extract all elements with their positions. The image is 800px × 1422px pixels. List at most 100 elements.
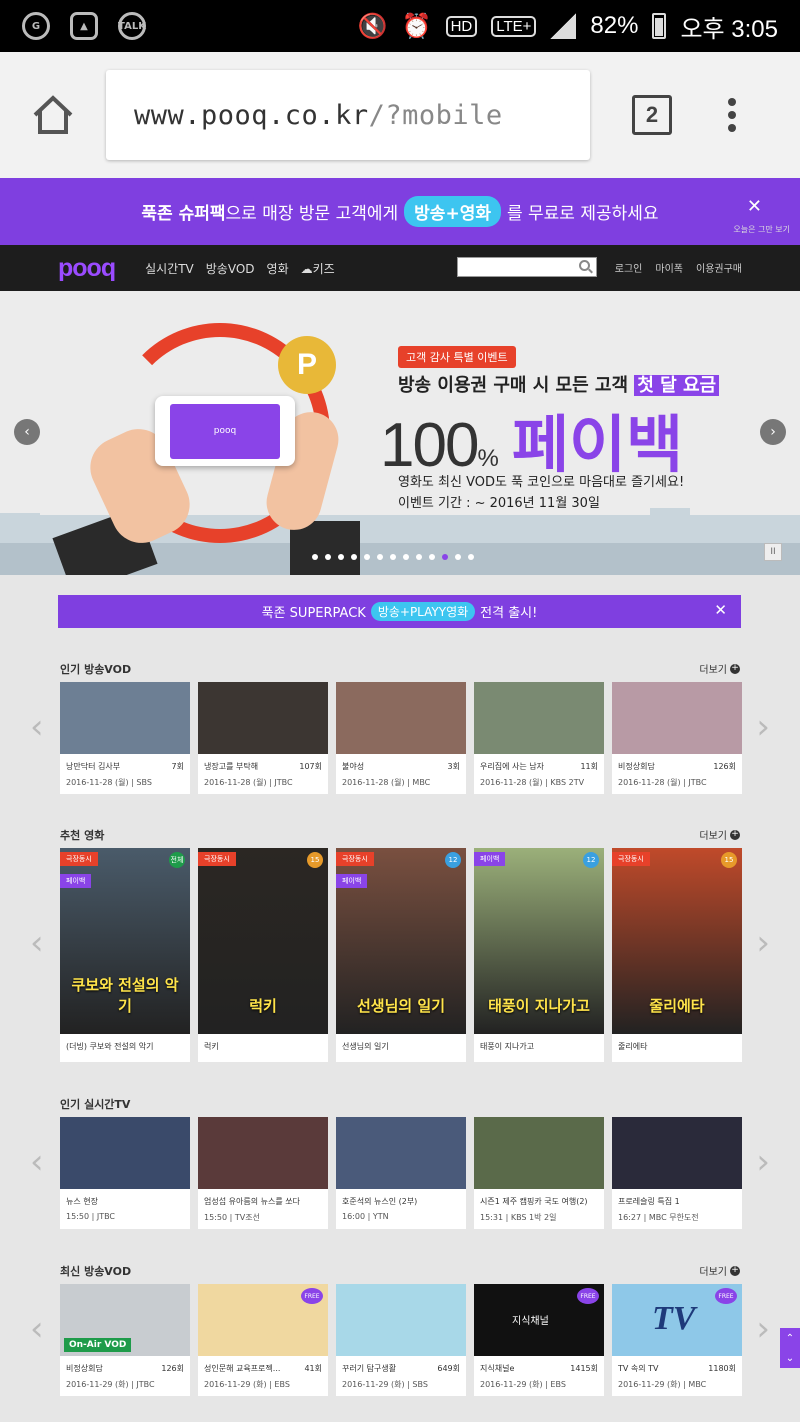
carousel-dot[interactable] (338, 554, 344, 560)
release-tag: 극장동시 (60, 852, 98, 866)
vod-meta: 지식채널e 1415회 2016-11-29 (화) | EBS (474, 1356, 604, 1396)
carousel-prev-button[interactable]: ‹ (14, 419, 40, 445)
carousel-pause-button[interactable]: II (764, 543, 782, 561)
superpack-close-button[interactable]: ✕ (714, 601, 727, 619)
talk-icon: TALK (118, 12, 146, 40)
section-recommended-movies: 추천 영화 더보기 + ‹ › 극장동시 페이백 전체 쿠보와 전설의 악기 (더빙) 쿠… (0, 827, 800, 1067)
hero-carousel[interactable]: pooq P 고객 감사 특별 이벤트 방송 이용권 구매 시 모든 고객 첫 … (0, 291, 800, 575)
carousel-dot[interactable] (312, 554, 318, 560)
vod-thumbnail (336, 1284, 466, 1356)
live-card[interactable]: 뉴스 현장 15:50 | JTBC (60, 1117, 190, 1229)
vod-card[interactable]: FREE TV TV 속의 TV 1180회 2016-11-29 (화) | MBC (612, 1284, 742, 1396)
vod-title-row: 꾸러기 탐구생활 649회 (342, 1363, 460, 1374)
scroll-down-icon: ⌄ (785, 1352, 795, 1364)
vod-card[interactable]: 냉장고를 부탁해 107회 2016-11-28 (월) | JTBC (198, 682, 328, 794)
vod-thumbnail: FREE (198, 1284, 328, 1356)
section-title: 인기 방송VOD (60, 663, 132, 676)
vod-thumbnail (612, 682, 742, 754)
carousel-dot[interactable] (455, 554, 461, 560)
live-meta: 시즌1 제주 캠핑카 국도 여행(2) 15:31 | KBS 1박 2일 (474, 1189, 604, 1229)
vod-card[interactable]: 우리집에 사는 남자 11회 2016-11-28 (월) | KBS 2TV (474, 682, 604, 794)
battery-icon (652, 13, 667, 39)
carousel-dot[interactable] (468, 554, 474, 560)
carousel-dot[interactable] (403, 554, 409, 560)
vod-episode: 41회 (304, 1364, 322, 1373)
knowledge-channel-text: 지식채널 (512, 1316, 549, 1327)
vod-card[interactable]: 낭만닥터 김사부 7회 2016-11-28 (월) | SBS (60, 682, 190, 794)
coin-icon: P (278, 336, 336, 394)
overflow-menu-button[interactable] (728, 98, 736, 132)
more-link[interactable]: 더보기 + (699, 1263, 740, 1278)
vod-card[interactable]: FREE 지식채널 지식채널e 1415회 2016-11-29 (화) | EBS (474, 1284, 604, 1396)
tab-switcher-button[interactable]: 2 (632, 95, 672, 135)
movie-title: 줄리에타 (618, 1042, 648, 1051)
vod-card[interactable]: FREE 성인문해 교육프로젝... 41회 2016-11-29 (화) | EBS (198, 1284, 328, 1396)
promo-banner[interactable]: 푹존 슈퍼팩 으로 매장 방문 고객에게 방송+영화 를 무료로 제공하세요 ✕… (0, 178, 800, 245)
carousel-next-button[interactable]: › (760, 419, 786, 445)
carousel-dot[interactable] (364, 554, 370, 560)
movie-meta: 태풍이 지나가고 (474, 1034, 604, 1062)
prev-arrow-icon[interactable]: ‹ (30, 1142, 44, 1182)
live-meta: 뉴스 현장 15:50 | JTBC (60, 1189, 190, 1229)
live-card[interactable]: 호준석의 뉴스인 (2부) 16:00 | YTN (336, 1117, 466, 1229)
scroll-top-bottom-buttons[interactable]: ⌃ ⌄ (780, 1328, 800, 1368)
nav-item-kids[interactable]: ☁키즈 (301, 260, 335, 277)
nav-item-vod[interactable]: 방송VOD (206, 260, 255, 277)
nav-item-live-tv[interactable]: 실시간TV (145, 260, 194, 277)
promo-dismiss-today[interactable]: 오늘은 그만 보기 (733, 224, 790, 235)
superpack-pill: 방송+PLAYY영화 (370, 602, 476, 621)
vod-card[interactable]: 꾸러기 탐구생활 649회 2016-11-29 (화) | SBS (336, 1284, 466, 1396)
vod-title-row: 성인문해 교육프로젝... 41회 (204, 1363, 322, 1374)
my-pooq-link[interactable]: 마이폭 (655, 260, 683, 275)
login-link[interactable]: 로그인 (615, 260, 643, 275)
movie-card[interactable]: 극장동시 페이백 12 선생님의 일기 선생님의 일기 (336, 848, 466, 1062)
promo-close-button[interactable]: ✕ (747, 196, 762, 217)
superpack-banner[interactable]: 푹존 SUPERPACK 방송+PLAYY영화 전격 출시! ✕ (58, 595, 741, 628)
next-arrow-icon[interactable]: › (756, 1142, 770, 1182)
live-card[interactable]: 엄성섭 유아름의 뉴스를 쏘다 15:50 | TV조선 (198, 1117, 328, 1229)
carousel-dot[interactable] (325, 554, 331, 560)
search-icon[interactable] (579, 260, 590, 271)
more-link[interactable]: 더보기 + (699, 661, 740, 676)
purchase-link[interactable]: 이용권구매 (696, 260, 742, 275)
poster-title: 줄리에타 (649, 997, 705, 1015)
carousel-dots[interactable] (312, 554, 474, 560)
movie-card[interactable]: 극장동시 15 럭키 럭키 (198, 848, 328, 1062)
vod-card[interactable]: On-Air VOD 비정상회담 126회 2016-11-29 (화) | JTBC (60, 1284, 190, 1396)
nav-item-movie[interactable]: 영화 (267, 260, 289, 277)
carousel-dot[interactable] (390, 554, 396, 560)
prev-arrow-icon[interactable]: ‹ (30, 707, 44, 747)
carousel-dot[interactable] (416, 554, 422, 560)
next-arrow-icon[interactable]: › (756, 923, 770, 963)
vod-title-row: TV 속의 TV 1180회 (618, 1363, 736, 1374)
live-thumbnail (336, 1117, 466, 1189)
carousel-dot[interactable] (442, 554, 448, 560)
carousel-dot[interactable] (351, 554, 357, 560)
live-card[interactable]: 프로레슬링 특집 1 16:27 | MBC 무한도전 (612, 1117, 742, 1229)
movie-card[interactable]: 극장동시 15 줄리에타 줄리에타 (612, 848, 742, 1062)
url-input[interactable]: www.pooq.co.kr/?mobile (106, 70, 590, 160)
live-card[interactable]: 시즌1 제주 캠핑카 국도 여행(2) 15:31 | KBS 1박 2일 (474, 1117, 604, 1229)
movie-card[interactable]: 페이백 12 태풍이 지나가고 태풍이 지나가고 (474, 848, 604, 1062)
movie-meta: 선생님의 일기 (336, 1034, 466, 1062)
vod-card[interactable]: 비정상회담 126회 2016-11-28 (월) | JTBC (612, 682, 742, 794)
movie-meta: 럭키 (198, 1034, 328, 1062)
movie-card[interactable]: 극장동시 페이백 전체 쿠보와 전설의 악기 (더빙) 쿠보와 전설의 악기 (60, 848, 190, 1062)
vod-title: TV 속의 TV (618, 1364, 659, 1373)
vod-card[interactable]: 불야성 3회 2016-11-28 (월) | MBC (336, 682, 466, 794)
carousel-dot[interactable] (429, 554, 435, 560)
more-link[interactable]: 더보기 + (699, 827, 740, 842)
prev-arrow-icon[interactable]: ‹ (30, 1309, 44, 1349)
next-arrow-icon[interactable]: › (756, 1309, 770, 1349)
search-input[interactable] (457, 257, 597, 277)
live-time-channel: 16:00 | YTN (342, 1212, 389, 1221)
carousel-dot[interactable] (377, 554, 383, 560)
movie-meta: 줄리에타 (612, 1034, 742, 1062)
next-arrow-icon[interactable]: › (756, 707, 770, 747)
home-button[interactable] (0, 52, 106, 178)
vod-date: 2016-11-29 (화) | JTBC (66, 1380, 155, 1389)
section-popular-live-tv: 인기 실시간TV ‹ › 뉴스 현장 15:50 | JTBC 엄성섭 유아름의 뉴… (0, 1096, 800, 1231)
vod-episode: 649회 (437, 1364, 460, 1373)
prev-arrow-icon[interactable]: ‹ (30, 923, 44, 963)
pooq-logo[interactable]: pooq (58, 254, 116, 283)
